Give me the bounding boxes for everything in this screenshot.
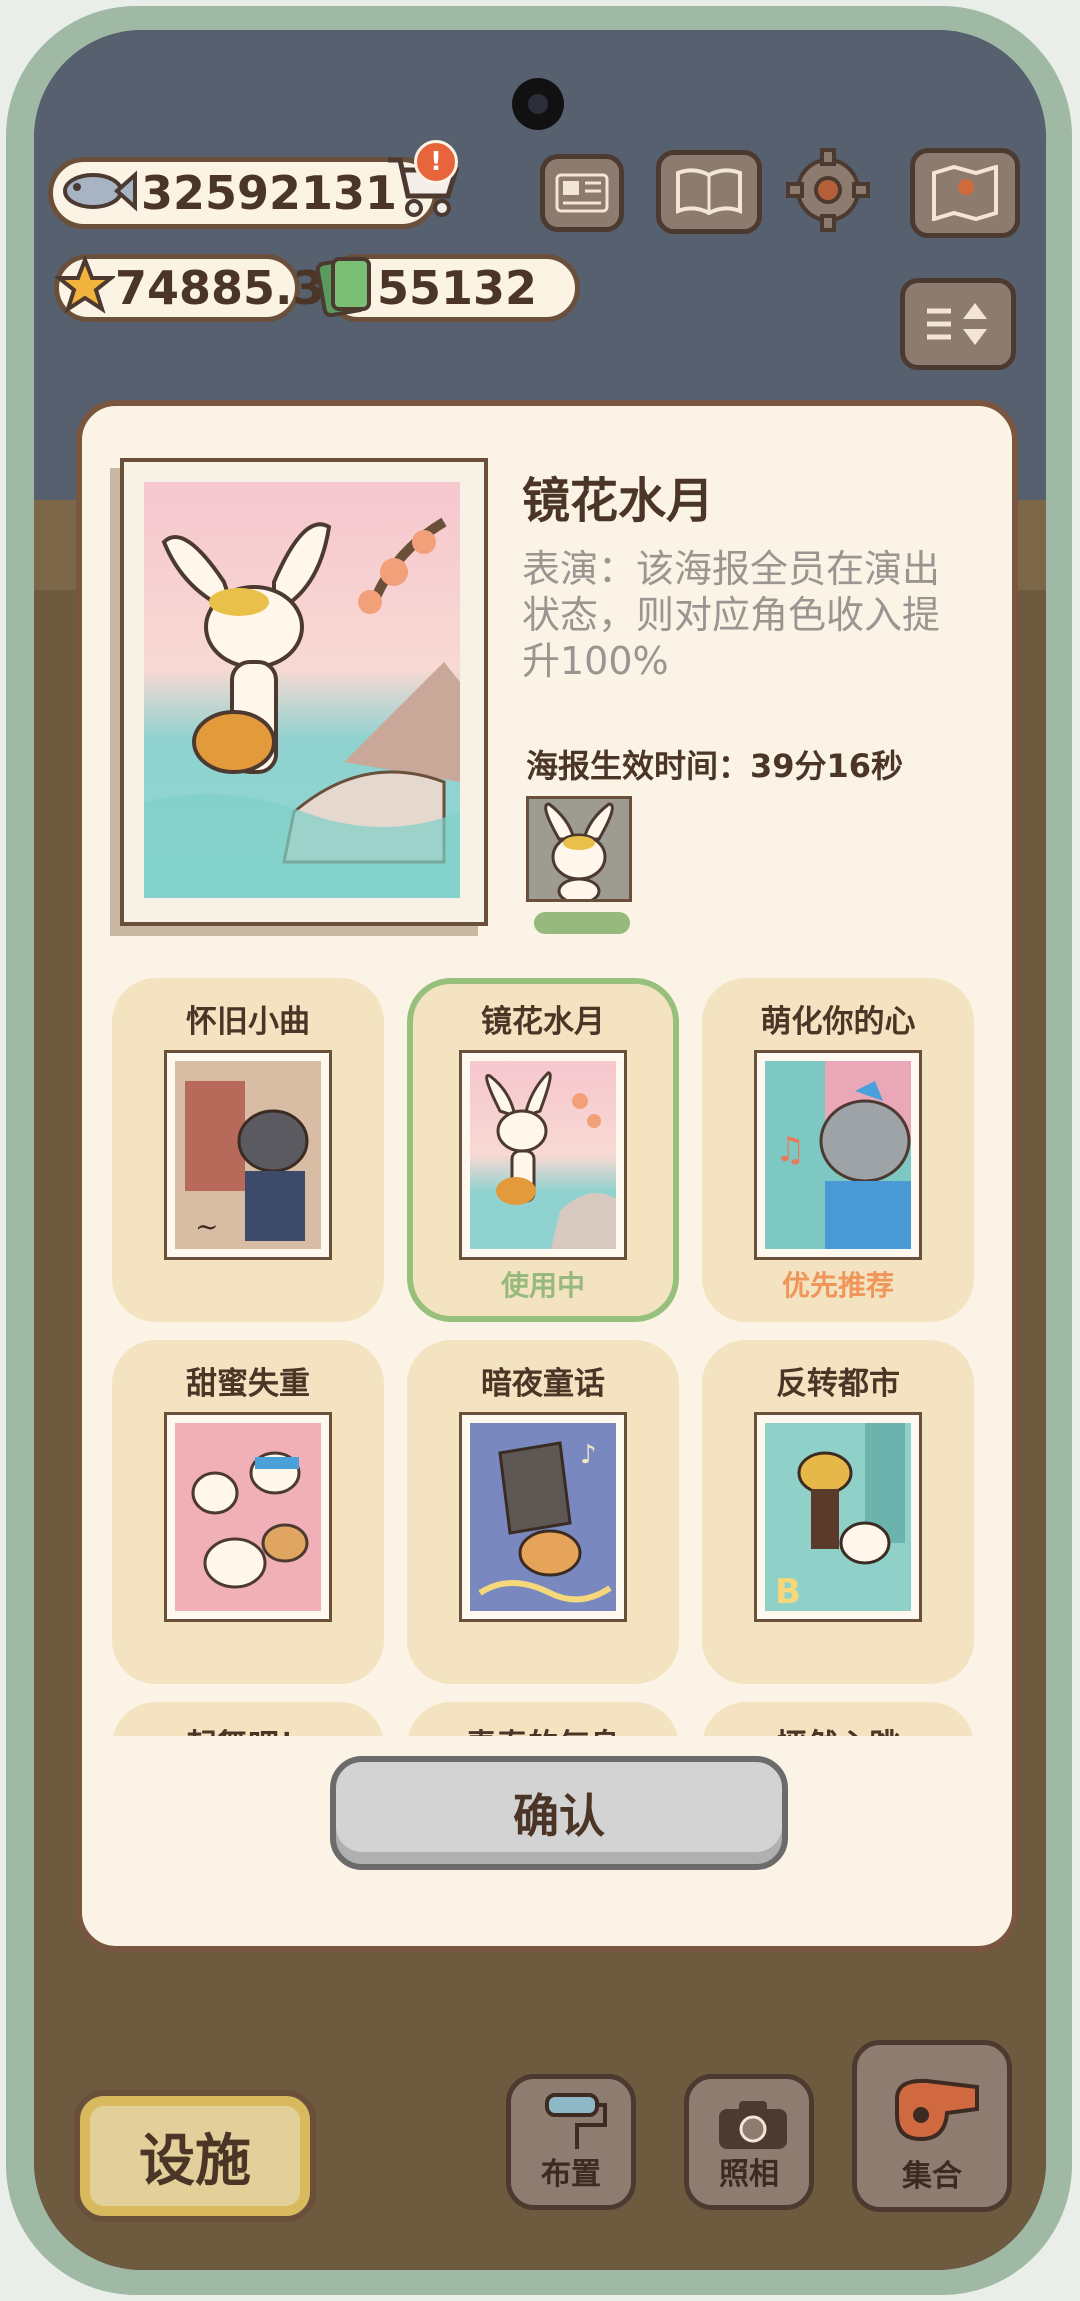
svg-text:♪: ♪ [580,1440,597,1470]
poster-dialog: 镜花水月 表演：该海报全员在演出状态，则对应角色收入提升100% 海报生效时间：… [76,400,1018,1952]
gear-icon[interactable] [786,148,870,232]
newspaper-icon[interactable] [540,154,624,232]
poster-card[interactable]: 怀旧小曲 ~ [112,978,384,1322]
confirm-button[interactable]: 确认 [330,1756,788,1870]
paint-roller-icon [541,2091,611,2157]
photo-button[interactable]: 照相 [684,2074,814,2210]
star-count: 74885.3 [115,261,325,315]
map-icon[interactable] [910,148,1020,238]
poster-grid: 怀旧小曲 ~ 镜花水月 使用中 萌化你的心 ♫ 优先推荐 甜蜜失重 暗夜童话 ♪… [82,966,1012,1736]
card-poster-image [459,1050,627,1260]
exclamation-badge-icon: ! [414,140,458,184]
star-icon [53,254,117,320]
front-camera [512,78,564,130]
card-title: 暗夜童话 [481,1366,605,1402]
poster-card[interactable]: 暗夜童话 ♪ [407,1340,679,1684]
layout-button[interactable]: 布置 [506,2074,636,2210]
photo-label: 照相 [719,2157,779,2192]
fish-count: 32592131 [141,166,398,220]
fish-currency-pill: 32592131 [48,157,438,229]
poster-card[interactable]: 起舞吧！ [112,1702,384,1736]
card-poster-image: B [754,1412,922,1622]
gather-label: 集合 [902,2159,962,2194]
poster-card[interactable]: 反转都市 B [702,1340,974,1684]
fish-icon [57,161,137,225]
card-title: 怦然心跳 [702,1720,974,1736]
card-poster-image: ♪ [459,1412,627,1622]
assigned-character-avatar [526,796,632,902]
effect-progress-bar [534,912,630,934]
selected-poster-art [144,482,460,898]
poster-card[interactable]: 怦然心跳 [702,1702,974,1736]
facility-button[interactable]: 设施 [74,2090,316,2222]
poster-timer: 海报生效时间：39分16秒 [526,747,904,785]
svg-text:~: ~ [195,1210,218,1243]
whistle-icon [887,2069,987,2149]
ticket-count: 55132 [377,261,538,315]
ticket-icon [311,251,377,325]
selected-poster-frame [120,458,488,926]
card-poster-image: ♫ [754,1050,922,1260]
card-poster-image: ~ [164,1050,332,1260]
card-title: 怀旧小曲 [186,1004,310,1040]
gather-button[interactable]: 集合 [852,2040,1012,2212]
phone-frame: 32592131 ! 74885.3 55132 镜花水月 表演：该海报全员在演… [6,6,1072,2295]
sort-toggle-icon[interactable] [900,278,1016,370]
poster-card[interactable]: 青春的气息 [407,1702,679,1736]
card-tag-in-use: 使用中 [500,1269,585,1302]
card-tag-recommended: 优先推荐 [781,1269,894,1302]
poster-description: 表演：该海报全员在演出状态，则对应角色收入提升100% [522,547,941,683]
poster-card[interactable]: 萌化你的心 ♫ 优先推荐 [702,978,974,1322]
star-currency-pill: 74885.3 [53,254,325,322]
card-title: 起舞吧！ [112,1720,384,1736]
card-title: 反转都市 [776,1366,900,1402]
camera-icon [715,2097,791,2157]
card-title: 甜蜜失重 [186,1366,310,1402]
svg-text:B: B [775,1572,801,1611]
layout-label: 布置 [541,2157,601,2192]
book-icon[interactable] [656,150,762,234]
card-poster-image [164,1412,332,1622]
poster-card[interactable]: 甜蜜失重 [112,1340,384,1684]
card-title: 青春的气息 [407,1720,679,1736]
card-title: 镜花水月 [481,1004,605,1040]
poster-title: 镜花水月 [522,473,715,529]
card-title: 萌化你的心 [760,1004,916,1040]
svg-text:♫: ♫ [775,1130,805,1170]
ticket-currency-pill: 55132 [315,254,580,322]
game-screen: 32592131 ! 74885.3 55132 镜花水月 表演：该海报全员在演… [34,30,1046,2270]
poster-card-active[interactable]: 镜花水月 使用中 [407,978,679,1322]
